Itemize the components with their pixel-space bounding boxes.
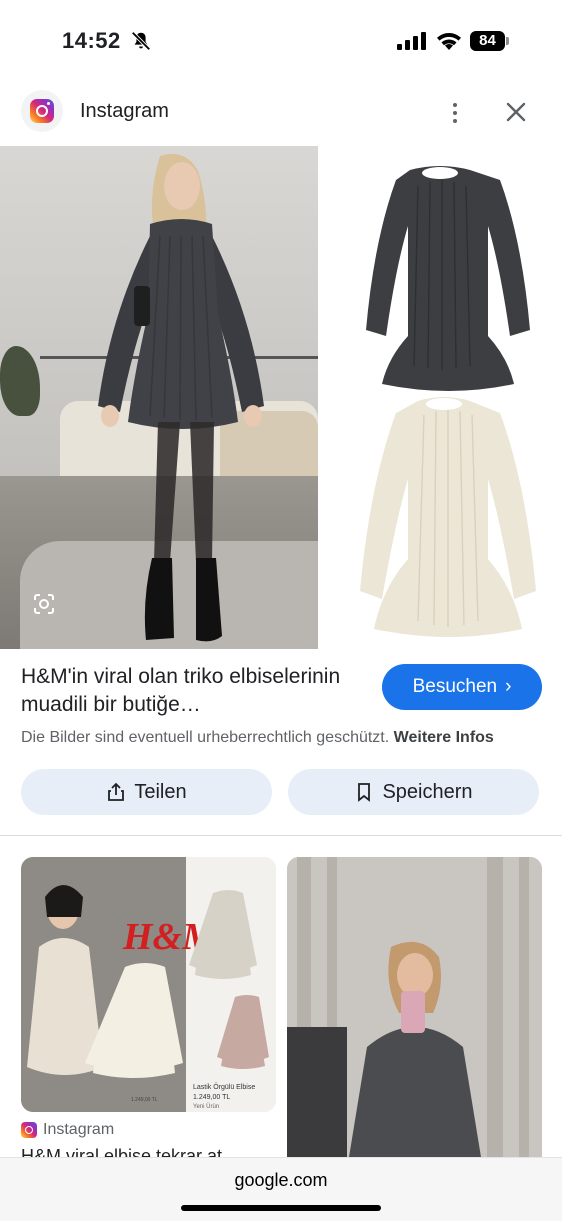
browser-bottom-bar: google.com	[0, 1157, 562, 1221]
chevron-right-icon: ›	[505, 676, 512, 697]
source-header: Instagram	[0, 84, 562, 144]
product-image-dark-dress[interactable]	[318, 146, 562, 391]
close-icon[interactable]	[502, 98, 530, 126]
product-image-cream-dress[interactable]	[318, 391, 562, 649]
battery-level: 84	[479, 32, 496, 49]
copyright-text: Die Bilder sind eventuell urheberrechtli…	[21, 729, 390, 746]
related-result-image-2[interactable]	[287, 857, 542, 1157]
model-photo	[98, 153, 264, 642]
instagram-mini-icon	[21, 1122, 37, 1138]
wifi-icon	[437, 33, 461, 50]
visit-button[interactable]: Besuchen ›	[382, 664, 542, 710]
save-label: Speichern	[382, 780, 473, 803]
share-label: Teilen	[134, 780, 187, 803]
collage-left-price: 1.249,00 TL	[131, 1097, 158, 1103]
status-bar: 14:52 84	[0, 0, 562, 84]
source-name[interactable]: Instagram	[80, 100, 169, 123]
instagram-logo-icon[interactable]	[21, 90, 63, 132]
collage-product-name: Lastik Örgülü Elbise	[193, 1083, 255, 1091]
save-button[interactable]: Speichern	[288, 769, 539, 815]
related-source-1[interactable]: Instagram	[21, 1121, 114, 1139]
related-result-image-1[interactable]: H&M Lastik Örgülü Elbise 1.249,00 TL Yen…	[21, 857, 276, 1112]
related-source-name-1: Instagram	[43, 1121, 115, 1138]
cellular-signal-icon	[397, 32, 426, 50]
hm-collage-image: H&M Lastik Örgülü Elbise 1.249,00 TL Yen…	[21, 857, 276, 1112]
bookmark-icon	[358, 783, 371, 802]
mirror-selfie-image	[287, 857, 542, 1157]
copyright-notice: Die Bilder sind eventuell urheberrechtli…	[21, 729, 494, 747]
share-icon	[108, 782, 125, 801]
main-result-image[interactable]	[0, 146, 318, 649]
dark-knit-dress-image	[366, 166, 530, 391]
lens-icon	[34, 594, 54, 614]
cream-knit-dress-image	[360, 397, 536, 637]
status-time: 14:52	[62, 28, 121, 53]
url-label[interactable]: google.com	[0, 1170, 562, 1191]
phone-case	[401, 991, 425, 1033]
collage-product-tag: Yeni Ürün	[193, 1103, 219, 1110]
visit-label: Besuchen	[412, 676, 498, 697]
bell-slash-icon	[131, 31, 151, 51]
collage-product-price: 1.249,00 TL	[193, 1094, 230, 1101]
home-indicator[interactable]	[181, 1205, 381, 1211]
more-vert-icon[interactable]	[440, 98, 470, 128]
battery-icon: 84	[470, 31, 510, 51]
share-button[interactable]: Teilen	[21, 769, 272, 815]
section-divider	[0, 835, 562, 836]
more-info-link[interactable]: Weitere Infos	[394, 729, 494, 746]
result-title[interactable]: H&M'in viral olan triko elbiselerinin mu…	[21, 663, 371, 719]
